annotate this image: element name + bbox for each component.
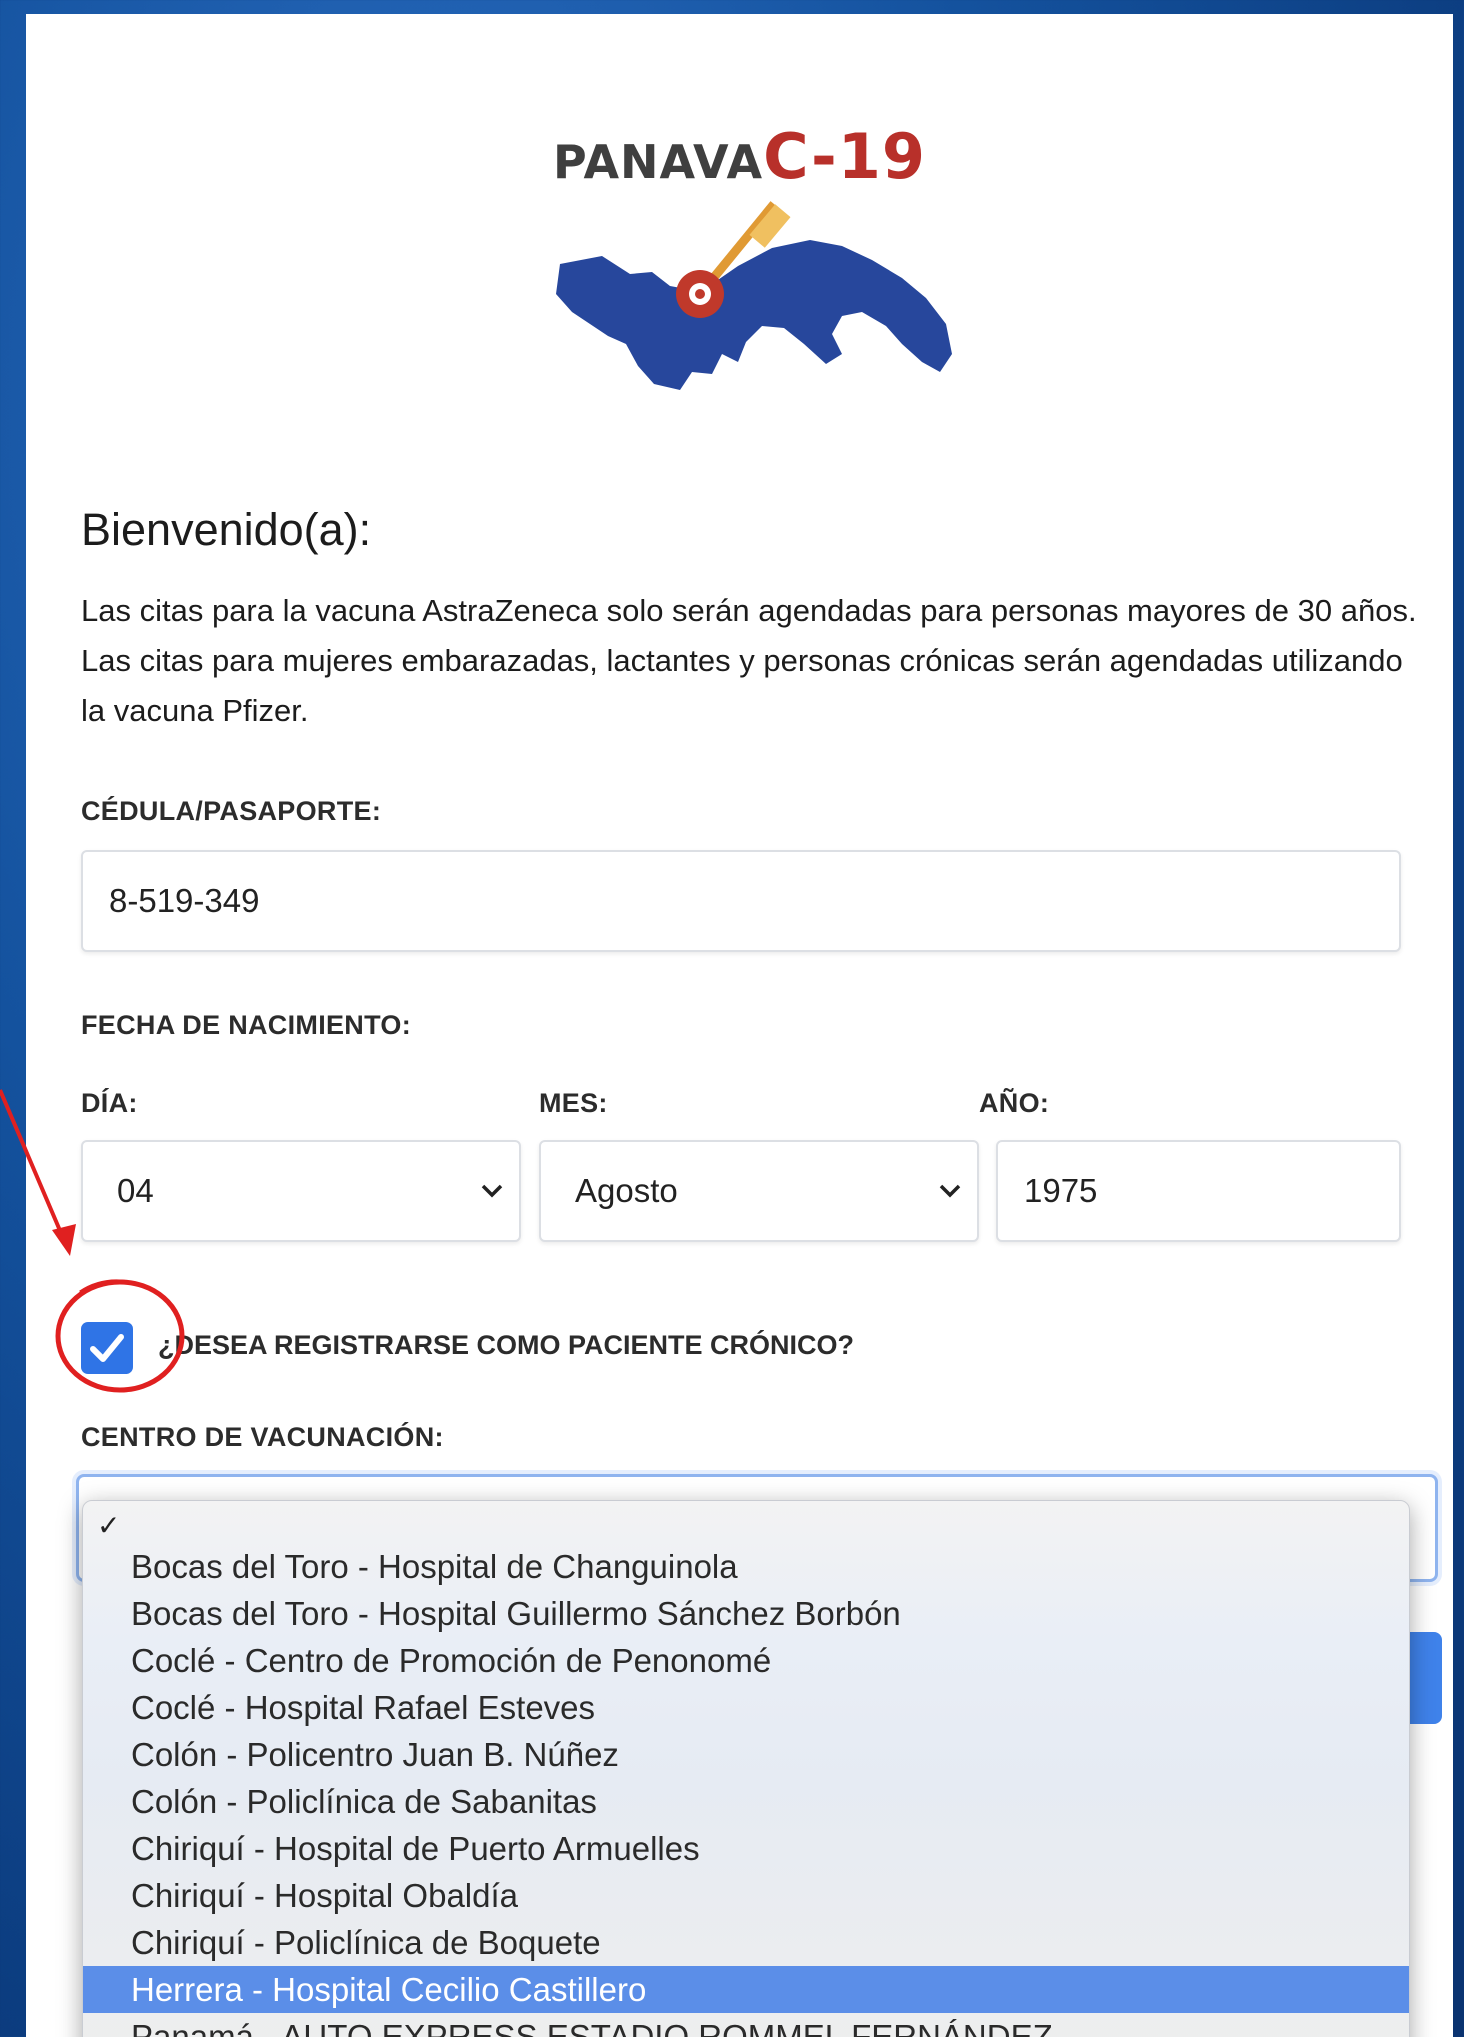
list-item[interactable]: Coclé - Hospital Rafael Esteves	[83, 1684, 1409, 1731]
list-item[interactable]: Panamá - AUTO EXPRESS ESTADIO ROMMEL FER…	[83, 2013, 1409, 2037]
chevron-down-icon	[481, 1184, 503, 1198]
dob-label: FECHA DE NACIMIENTO:	[81, 1010, 411, 1040]
list-item[interactable]: Bocas del Toro - Hospital de Changuinola	[83, 1543, 1409, 1590]
center-options-list: Bocas del Toro - Hospital de Changuinola…	[83, 1543, 1409, 2037]
chronic-label: ¿DESEA REGISTRARSE COMO PACIENTE CRÓNICO…	[158, 1330, 855, 1360]
month-select[interactable]: Agosto	[539, 1140, 979, 1242]
chronic-checkbox[interactable]	[81, 1322, 133, 1374]
list-item[interactable]: Chiriquí - Policlínica de Boquete	[83, 1919, 1409, 1966]
list-item[interactable]: Colón - Policentro Juan B. Núñez	[83, 1731, 1409, 1778]
panama-map-logo	[556, 201, 952, 390]
center-label: CENTRO DE VACUNACIÓN:	[81, 1422, 444, 1452]
intro-text: Las citas para la vacuna AstraZeneca sol…	[81, 593, 1417, 728]
list-item[interactable]: Bocas del Toro - Hospital Guillermo Sánc…	[83, 1590, 1409, 1637]
list-item[interactable]: Colón - Policlínica de Sabanitas	[83, 1778, 1409, 1825]
checkmark-icon	[90, 1334, 124, 1362]
welcome-heading: Bienvenido(a):	[81, 504, 372, 555]
chevron-down-icon	[939, 1184, 961, 1198]
list-item-selected[interactable]: Herrera - Hospital Cecilio Castillero	[83, 1966, 1409, 2013]
list-item[interactable]: Chiriquí - Hospital de Puerto Armuelles	[83, 1825, 1409, 1872]
id-label: CÉDULA/PASAPORTE:	[81, 796, 382, 826]
day-label: DÍA:	[81, 1088, 138, 1118]
id-input[interactable]: 8-519-349	[81, 850, 1401, 952]
year-label: AÑO:	[979, 1088, 1050, 1118]
center-dropdown[interactable]: ✓ Bocas del Toro - Hospital de Changuino…	[82, 1500, 1410, 2037]
logo-title: PANAVAC-19	[552, 120, 927, 193]
month-label: MES:	[539, 1088, 608, 1118]
list-item[interactable]: Chiriquí - Hospital Obaldía	[83, 1872, 1409, 1919]
year-input[interactable]: 1975	[996, 1140, 1401, 1242]
list-item[interactable]: Coclé - Centro de Promoción de Penonomé	[83, 1637, 1409, 1684]
check-icon: ✓	[97, 1510, 121, 1541]
registration-card: PANAVAC-19 Bienvenido(a): Las citas para…	[26, 14, 1453, 2037]
day-select[interactable]: 04	[81, 1140, 521, 1242]
